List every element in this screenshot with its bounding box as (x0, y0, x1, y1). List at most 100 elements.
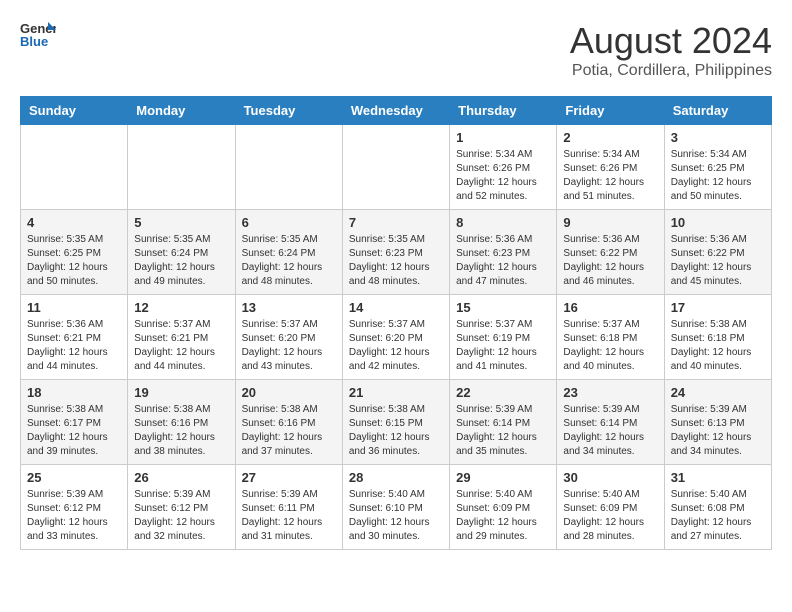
calendar-cell: 20 Sunrise: 5:38 AM Sunset: 6:16 PM Dayli… (235, 380, 342, 465)
day-number: 2 (563, 130, 657, 145)
calendar-cell: 27Sunrise: 5:39 AM Sunset: 6:11 PM Dayli… (235, 465, 342, 550)
day-info: Sunrise: 5:38 AM Sunset: 6:15 PM Dayligh… (349, 403, 443, 459)
day-number: 28 (349, 470, 443, 485)
day-info: Sunrise: 5:40 AM Sunset: 6:09 PM Dayligh… (563, 488, 657, 544)
calendar-cell: 7 Sunrise: 5:35 AM Sunset: 6:23 PM Daylig… (342, 210, 449, 295)
logo: General Blue (20, 20, 56, 48)
day-info: Sunrise: 5:34 AM Sunset: 6:25 PM Dayligh… (671, 148, 765, 204)
day-info: Sunrise: 5:38 AM Sunset: 6:17 PM Dayligh… (27, 403, 121, 459)
day-info: Sunrise: 5:36 AM Sunset: 6:22 PM Dayligh… (563, 233, 657, 289)
day-info: Sunrise: 5:34 AM Sunset: 6:26 PM Dayligh… (563, 148, 657, 204)
day-header-friday: Friday (557, 97, 664, 125)
calendar-cell: 22 Sunrise: 5:39 AM Sunset: 6:14 PM Dayli… (450, 380, 557, 465)
day-info: Sunrise: 5:37 AM Sunset: 6:20 PM Dayligh… (349, 318, 443, 374)
month-year-title: August 2024 (570, 20, 772, 62)
day-number: 4 (27, 215, 121, 230)
calendar-cell (128, 125, 235, 210)
day-header-thursday: Thursday (450, 97, 557, 125)
calendar-cell: 18Sunrise: 5:38 AM Sunset: 6:17 PM Dayli… (21, 380, 128, 465)
calendar-cell: 5 Sunrise: 5:35 AM Sunset: 6:24 PM Daylig… (128, 210, 235, 295)
day-header-monday: Monday (128, 97, 235, 125)
calendar-cell: 13Sunrise: 5:37 AM Sunset: 6:20 PM Dayli… (235, 295, 342, 380)
day-number: 5 (134, 215, 228, 230)
calendar-cell: 16 Sunrise: 5:37 AM Sunset: 6:18 PM Dayli… (557, 295, 664, 380)
svg-text:Blue: Blue (20, 34, 48, 48)
day-number: 24 (671, 385, 765, 400)
day-number: 16 (563, 300, 657, 315)
calendar-cell: 3 Sunrise: 5:34 AM Sunset: 6:25 PM Daylig… (664, 125, 771, 210)
calendar-cell: 14 Sunrise: 5:37 AM Sunset: 6:20 PM Dayli… (342, 295, 449, 380)
day-info: Sunrise: 5:37 AM Sunset: 6:20 PM Dayligh… (242, 318, 336, 374)
calendar-cell: 8 Sunrise: 5:36 AM Sunset: 6:23 PM Daylig… (450, 210, 557, 295)
day-number: 27 (242, 470, 336, 485)
calendar-cell (235, 125, 342, 210)
calendar-cell (342, 125, 449, 210)
calendar-cell: 2 Sunrise: 5:34 AM Sunset: 6:26 PM Daylig… (557, 125, 664, 210)
logo-icon: General Blue (20, 20, 56, 48)
calendar-cell: 30Sunrise: 5:40 AM Sunset: 6:09 PM Dayli… (557, 465, 664, 550)
calendar-header-row: SundayMondayTuesdayWednesdayThursdayFrid… (21, 97, 772, 125)
calendar-cell: 28Sunrise: 5:40 AM Sunset: 6:10 PM Dayli… (342, 465, 449, 550)
calendar-cell: 1 Sunrise: 5:34 AM Sunset: 6:26 PM Daylig… (450, 125, 557, 210)
day-info: Sunrise: 5:39 AM Sunset: 6:14 PM Dayligh… (456, 403, 550, 459)
day-info: Sunrise: 5:35 AM Sunset: 6:24 PM Dayligh… (242, 233, 336, 289)
day-info: Sunrise: 5:35 AM Sunset: 6:25 PM Dayligh… (27, 233, 121, 289)
day-number: 6 (242, 215, 336, 230)
day-number: 1 (456, 130, 550, 145)
calendar-cell: 15 Sunrise: 5:37 AM Sunset: 6:19 PM Dayli… (450, 295, 557, 380)
day-info: Sunrise: 5:38 AM Sunset: 6:18 PM Dayligh… (671, 318, 765, 374)
day-number: 8 (456, 215, 550, 230)
day-number: 7 (349, 215, 443, 230)
day-info: Sunrise: 5:34 AM Sunset: 6:26 PM Dayligh… (456, 148, 550, 204)
day-number: 15 (456, 300, 550, 315)
day-info: Sunrise: 5:35 AM Sunset: 6:23 PM Dayligh… (349, 233, 443, 289)
day-number: 10 (671, 215, 765, 230)
calendar-cell: 6 Sunrise: 5:35 AM Sunset: 6:24 PM Daylig… (235, 210, 342, 295)
day-number: 29 (456, 470, 550, 485)
calendar-cell: 25 Sunrise: 5:39 AM Sunset: 6:12 PM Dayli… (21, 465, 128, 550)
day-number: 21 (349, 385, 443, 400)
calendar-cell: 31 Sunrise: 5:40 AM Sunset: 6:08 PM Dayli… (664, 465, 771, 550)
day-info: Sunrise: 5:40 AM Sunset: 6:09 PM Dayligh… (456, 488, 550, 544)
calendar-cell: 21 Sunrise: 5:38 AM Sunset: 6:15 PM Dayli… (342, 380, 449, 465)
week-row-1: 1 Sunrise: 5:34 AM Sunset: 6:26 PM Daylig… (21, 125, 772, 210)
calendar-cell: 23Sunrise: 5:39 AM Sunset: 6:14 PM Dayli… (557, 380, 664, 465)
week-row-3: 11 Sunrise: 5:36 AM Sunset: 6:21 PM Dayli… (21, 295, 772, 380)
calendar-cell: 24Sunrise: 5:39 AM Sunset: 6:13 PM Dayli… (664, 380, 771, 465)
calendar-cell: 26Sunrise: 5:39 AM Sunset: 6:12 PM Dayli… (128, 465, 235, 550)
day-info: Sunrise: 5:38 AM Sunset: 6:16 PM Dayligh… (134, 403, 228, 459)
day-info: Sunrise: 5:40 AM Sunset: 6:08 PM Dayligh… (671, 488, 765, 544)
calendar-cell: 9 Sunrise: 5:36 AM Sunset: 6:22 PM Daylig… (557, 210, 664, 295)
location-subtitle: Potia, Cordillera, Philippines (570, 62, 772, 80)
week-row-2: 4 Sunrise: 5:35 AM Sunset: 6:25 PM Daylig… (21, 210, 772, 295)
day-number: 31 (671, 470, 765, 485)
week-row-5: 25 Sunrise: 5:39 AM Sunset: 6:12 PM Dayli… (21, 465, 772, 550)
day-number: 12 (134, 300, 228, 315)
day-header-tuesday: Tuesday (235, 97, 342, 125)
day-info: Sunrise: 5:37 AM Sunset: 6:18 PM Dayligh… (563, 318, 657, 374)
day-number: 26 (134, 470, 228, 485)
day-info: Sunrise: 5:36 AM Sunset: 6:22 PM Dayligh… (671, 233, 765, 289)
day-info: Sunrise: 5:39 AM Sunset: 6:12 PM Dayligh… (27, 488, 121, 544)
day-number: 9 (563, 215, 657, 230)
day-number: 11 (27, 300, 121, 315)
day-info: Sunrise: 5:37 AM Sunset: 6:19 PM Dayligh… (456, 318, 550, 374)
calendar-cell: 10 Sunrise: 5:36 AM Sunset: 6:22 PM Dayli… (664, 210, 771, 295)
day-header-sunday: Sunday (21, 97, 128, 125)
day-info: Sunrise: 5:36 AM Sunset: 6:23 PM Dayligh… (456, 233, 550, 289)
day-number: 19 (134, 385, 228, 400)
day-number: 22 (456, 385, 550, 400)
day-info: Sunrise: 5:36 AM Sunset: 6:21 PM Dayligh… (27, 318, 121, 374)
calendar-cell: 19 Sunrise: 5:38 AM Sunset: 6:16 PM Dayli… (128, 380, 235, 465)
day-number: 25 (27, 470, 121, 485)
week-row-4: 18Sunrise: 5:38 AM Sunset: 6:17 PM Dayli… (21, 380, 772, 465)
day-number: 17 (671, 300, 765, 315)
day-header-wednesday: Wednesday (342, 97, 449, 125)
day-number: 20 (242, 385, 336, 400)
day-info: Sunrise: 5:35 AM Sunset: 6:24 PM Dayligh… (134, 233, 228, 289)
day-number: 14 (349, 300, 443, 315)
day-info: Sunrise: 5:38 AM Sunset: 6:16 PM Dayligh… (242, 403, 336, 459)
calendar-cell: 29 Sunrise: 5:40 AM Sunset: 6:09 PM Dayli… (450, 465, 557, 550)
day-number: 3 (671, 130, 765, 145)
calendar-cell (21, 125, 128, 210)
